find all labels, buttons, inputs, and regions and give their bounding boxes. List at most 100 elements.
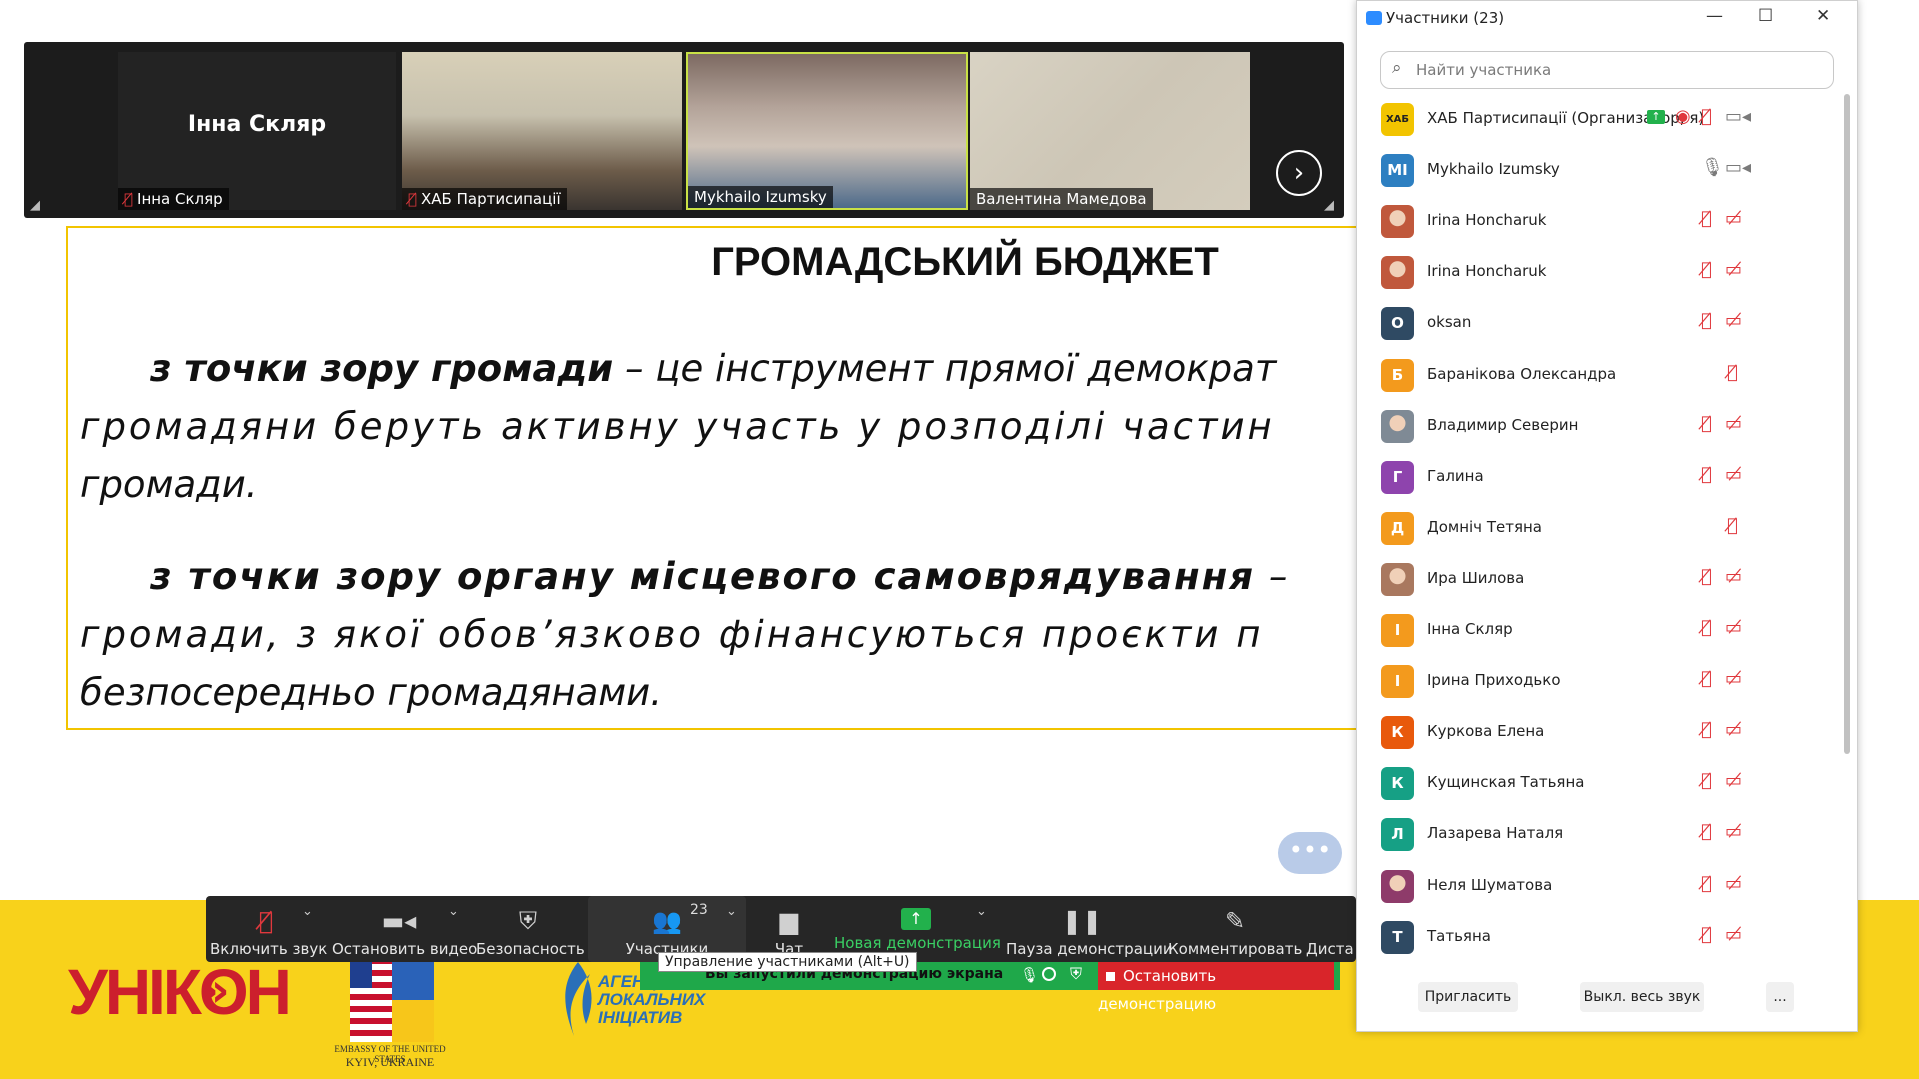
unikon-logo: УНІКОН	[68, 956, 292, 1028]
shield-icon[interactable]: ⛨	[1070, 964, 1082, 984]
participant-row[interactable]: Irina Honcharuk 🎙̸ ▭̸	[1357, 196, 1841, 247]
video-off-icon[interactable]: ▭̸	[1725, 617, 1742, 638]
mic-muted-icon[interactable]: 🎙̸	[1701, 770, 1712, 791]
panel-scrollbar[interactable]	[1844, 94, 1850, 754]
resize-grip-icon[interactable]: ◢	[30, 198, 46, 214]
participant-row[interactable]: Неля Шуматова 🎙̸ ▭̸	[1357, 861, 1841, 912]
video-off-icon[interactable]: ▭̸	[1725, 668, 1742, 689]
mic-muted-icon[interactable]: 🎙̸	[1701, 924, 1712, 945]
video-tile-valentina[interactable]: Валентина Мамедова	[970, 52, 1250, 210]
mic-muted-icon[interactable]: 🎙̸	[1701, 719, 1712, 740]
sharing-icon: ↑	[1647, 110, 1665, 124]
mic-icon[interactable]: 🎙	[1701, 157, 1724, 178]
security-button[interactable]: ⛨ Безопасность	[476, 896, 585, 962]
participant-name: Ірина Приходько	[1427, 671, 1561, 690]
participant-name: Баранікова Олександра	[1427, 364, 1617, 383]
mic-muted-icon[interactable]: 🎙̸	[1727, 515, 1738, 536]
video-off-icon[interactable]: ▭̸	[1725, 310, 1742, 331]
video-icon[interactable]: ▭◂	[1725, 106, 1751, 127]
video-off-icon[interactable]: ▭̸	[1725, 208, 1742, 229]
unikon-arrow-icon: »	[200, 963, 230, 1017]
mic-muted-icon[interactable]: 🎙̸	[1701, 566, 1712, 587]
close-icon[interactable]: ✕	[1816, 6, 1830, 26]
video-off-icon[interactable]: ▭̸	[1725, 566, 1742, 587]
maximize-icon[interactable]: ☐	[1758, 6, 1773, 26]
mic-muted-icon[interactable]: 🎙̸	[1701, 873, 1712, 894]
share-bar-mic-icon[interactable]: 🎙	[1020, 966, 1039, 984]
participant-row[interactable]: Т Татьяна 🎙̸ ▭̸	[1357, 912, 1841, 963]
participants-tooltip: Управление участниками (Alt+U)	[658, 952, 917, 972]
video-off-icon[interactable]: ▭̸	[1725, 924, 1742, 945]
chevron-down-icon[interactable]: ⌄	[302, 904, 313, 919]
video-off-icon[interactable]: ▭̸	[1725, 719, 1742, 740]
chevron-down-icon[interactable]: ⌄	[726, 904, 737, 919]
participant-row[interactable]: Д Домніч Тетяна 🎙̸	[1357, 503, 1841, 554]
participant-row[interactable]: Г Галина 🎙̸ ▭̸	[1357, 452, 1841, 503]
mic-muted-icon[interactable]: 🎙̸	[1701, 106, 1712, 127]
participant-row[interactable]: Владимир Северин 🎙̸ ▭̸	[1357, 401, 1841, 452]
video-off-icon[interactable]: ▭̸	[1725, 259, 1742, 280]
ali-logo-line3: ІНІЦІАТИВ	[598, 1008, 683, 1027]
mic-muted-icon[interactable]: 🎙̸	[1727, 362, 1738, 383]
participant-row[interactable]: І Ірина Приходько 🎙̸ ▭̸	[1357, 656, 1841, 707]
remote-control-button[interactable]: · Диста	[1306, 896, 1354, 962]
record-icon[interactable]	[1042, 967, 1056, 981]
chevron-down-icon[interactable]: ⌄	[448, 904, 459, 919]
video-tile-hab[interactable]: 🎙̸ ХАБ Партисипації	[402, 52, 682, 210]
participant-row[interactable]: К Куркова Елена 🎙̸ ▭̸	[1357, 707, 1841, 758]
participant-row[interactable]: К Кущинская Татьяна 🎙̸ ▭̸	[1357, 758, 1841, 809]
slide-p1-line3: громади.	[80, 463, 258, 506]
participant-row[interactable]: Б Баранікова Олександра 🎙̸	[1357, 350, 1841, 401]
mic-muted-icon[interactable]: 🎙̸	[1701, 413, 1712, 434]
participant-row[interactable]: І Інна Скляр 🎙̸ ▭̸	[1357, 605, 1841, 656]
panel-title: Участники (23)	[1386, 9, 1505, 27]
search-input[interactable]	[1414, 56, 1828, 84]
participant-name: Irina Honcharuk	[1427, 262, 1547, 281]
mic-muted-icon: 🎙̸	[408, 190, 418, 208]
pause-share-button[interactable]: ❚❚ Пауза демонстрации	[1006, 896, 1173, 962]
video-off-icon[interactable]: ▭̸	[1725, 873, 1742, 894]
participant-row[interactable]: Ира Шилова 🎙̸ ▭̸	[1357, 554, 1841, 605]
video-off-icon[interactable]: ▭̸	[1725, 464, 1742, 485]
slide-p2-line3: безпосередньо громадянами.	[80, 671, 662, 714]
participant-row[interactable]: ХАБ ХАБ Партисипації (Организатор, я) ↑ ◉ 🎙̸…	[1357, 94, 1841, 145]
video-tile-inna[interactable]: Інна Скляр 🎙̸ Інна Скляр	[118, 52, 396, 210]
mic-muted-icon[interactable]: 🎙̸	[1701, 668, 1712, 689]
mic-muted-icon[interactable]: 🎙̸	[1701, 617, 1712, 638]
resize-grip-icon[interactable]: ◢	[1324, 198, 1340, 214]
mic-muted-icon[interactable]: 🎙̸	[1701, 259, 1712, 280]
participant-name: Владимир Северин	[1427, 415, 1579, 434]
slide-p1-bold: з точки зору громади	[150, 347, 614, 390]
participant-row[interactable]: Л Лазарева Наталя 🎙̸ ▭̸	[1357, 809, 1841, 860]
ali-flame-icon	[565, 962, 592, 1036]
invite-button[interactable]: Пригласить	[1418, 982, 1518, 1012]
search-icon: ⌕	[1392, 58, 1402, 78]
more-button[interactable]: ...	[1766, 982, 1794, 1012]
strip-next-button[interactable]: ›	[1276, 150, 1322, 196]
minimize-icon[interactable]: —	[1706, 6, 1723, 26]
participant-name: Татьяна	[1427, 926, 1491, 945]
mic-muted-icon[interactable]: 🎙̸	[1701, 464, 1712, 485]
participant-row[interactable]: Irina Honcharuk 🎙̸ ▭̸	[1357, 247, 1841, 298]
participant-name: oksan	[1427, 313, 1472, 332]
chevron-down-icon[interactable]: ⌄	[976, 904, 987, 919]
stop-share-button[interactable]: Остановить демонстрацию	[1098, 962, 1334, 1013]
mic-muted-icon[interactable]: 🎙̸	[1701, 208, 1712, 229]
video-off-icon[interactable]: ▭̸	[1725, 770, 1742, 791]
participant-row[interactable]: MI Mykhailo Izumsky 🎙 ▭◂	[1357, 145, 1841, 196]
mic-muted-icon[interactable]: 🎙̸	[1701, 821, 1712, 842]
video-tile-big-name: Інна Скляр	[187, 112, 327, 137]
video-tile-mykhailo[interactable]: Mykhailo Izumsky	[686, 52, 968, 210]
participant-avatar: MI	[1381, 154, 1414, 188]
mute-all-button[interactable]: Выкл. весь звук	[1580, 982, 1704, 1012]
video-off-icon[interactable]: ▭̸	[1725, 821, 1742, 842]
participant-photo	[1381, 256, 1414, 290]
annotate-button[interactable]: ✎ Комментировать	[1168, 896, 1302, 962]
video-off-icon[interactable]: ▭̸	[1725, 413, 1742, 434]
mic-muted-icon[interactable]: 🎙̸	[1701, 310, 1712, 331]
participant-row[interactable]: Ooksan 🎙̸ ▭̸	[1357, 298, 1841, 349]
video-icon[interactable]: ▭◂	[1725, 157, 1751, 178]
zoom-app-icon	[1366, 11, 1382, 25]
recording-icon[interactable]: ◉	[1675, 106, 1691, 127]
stop-video-button[interactable]: ▬◂ Остановить видео	[332, 896, 477, 962]
